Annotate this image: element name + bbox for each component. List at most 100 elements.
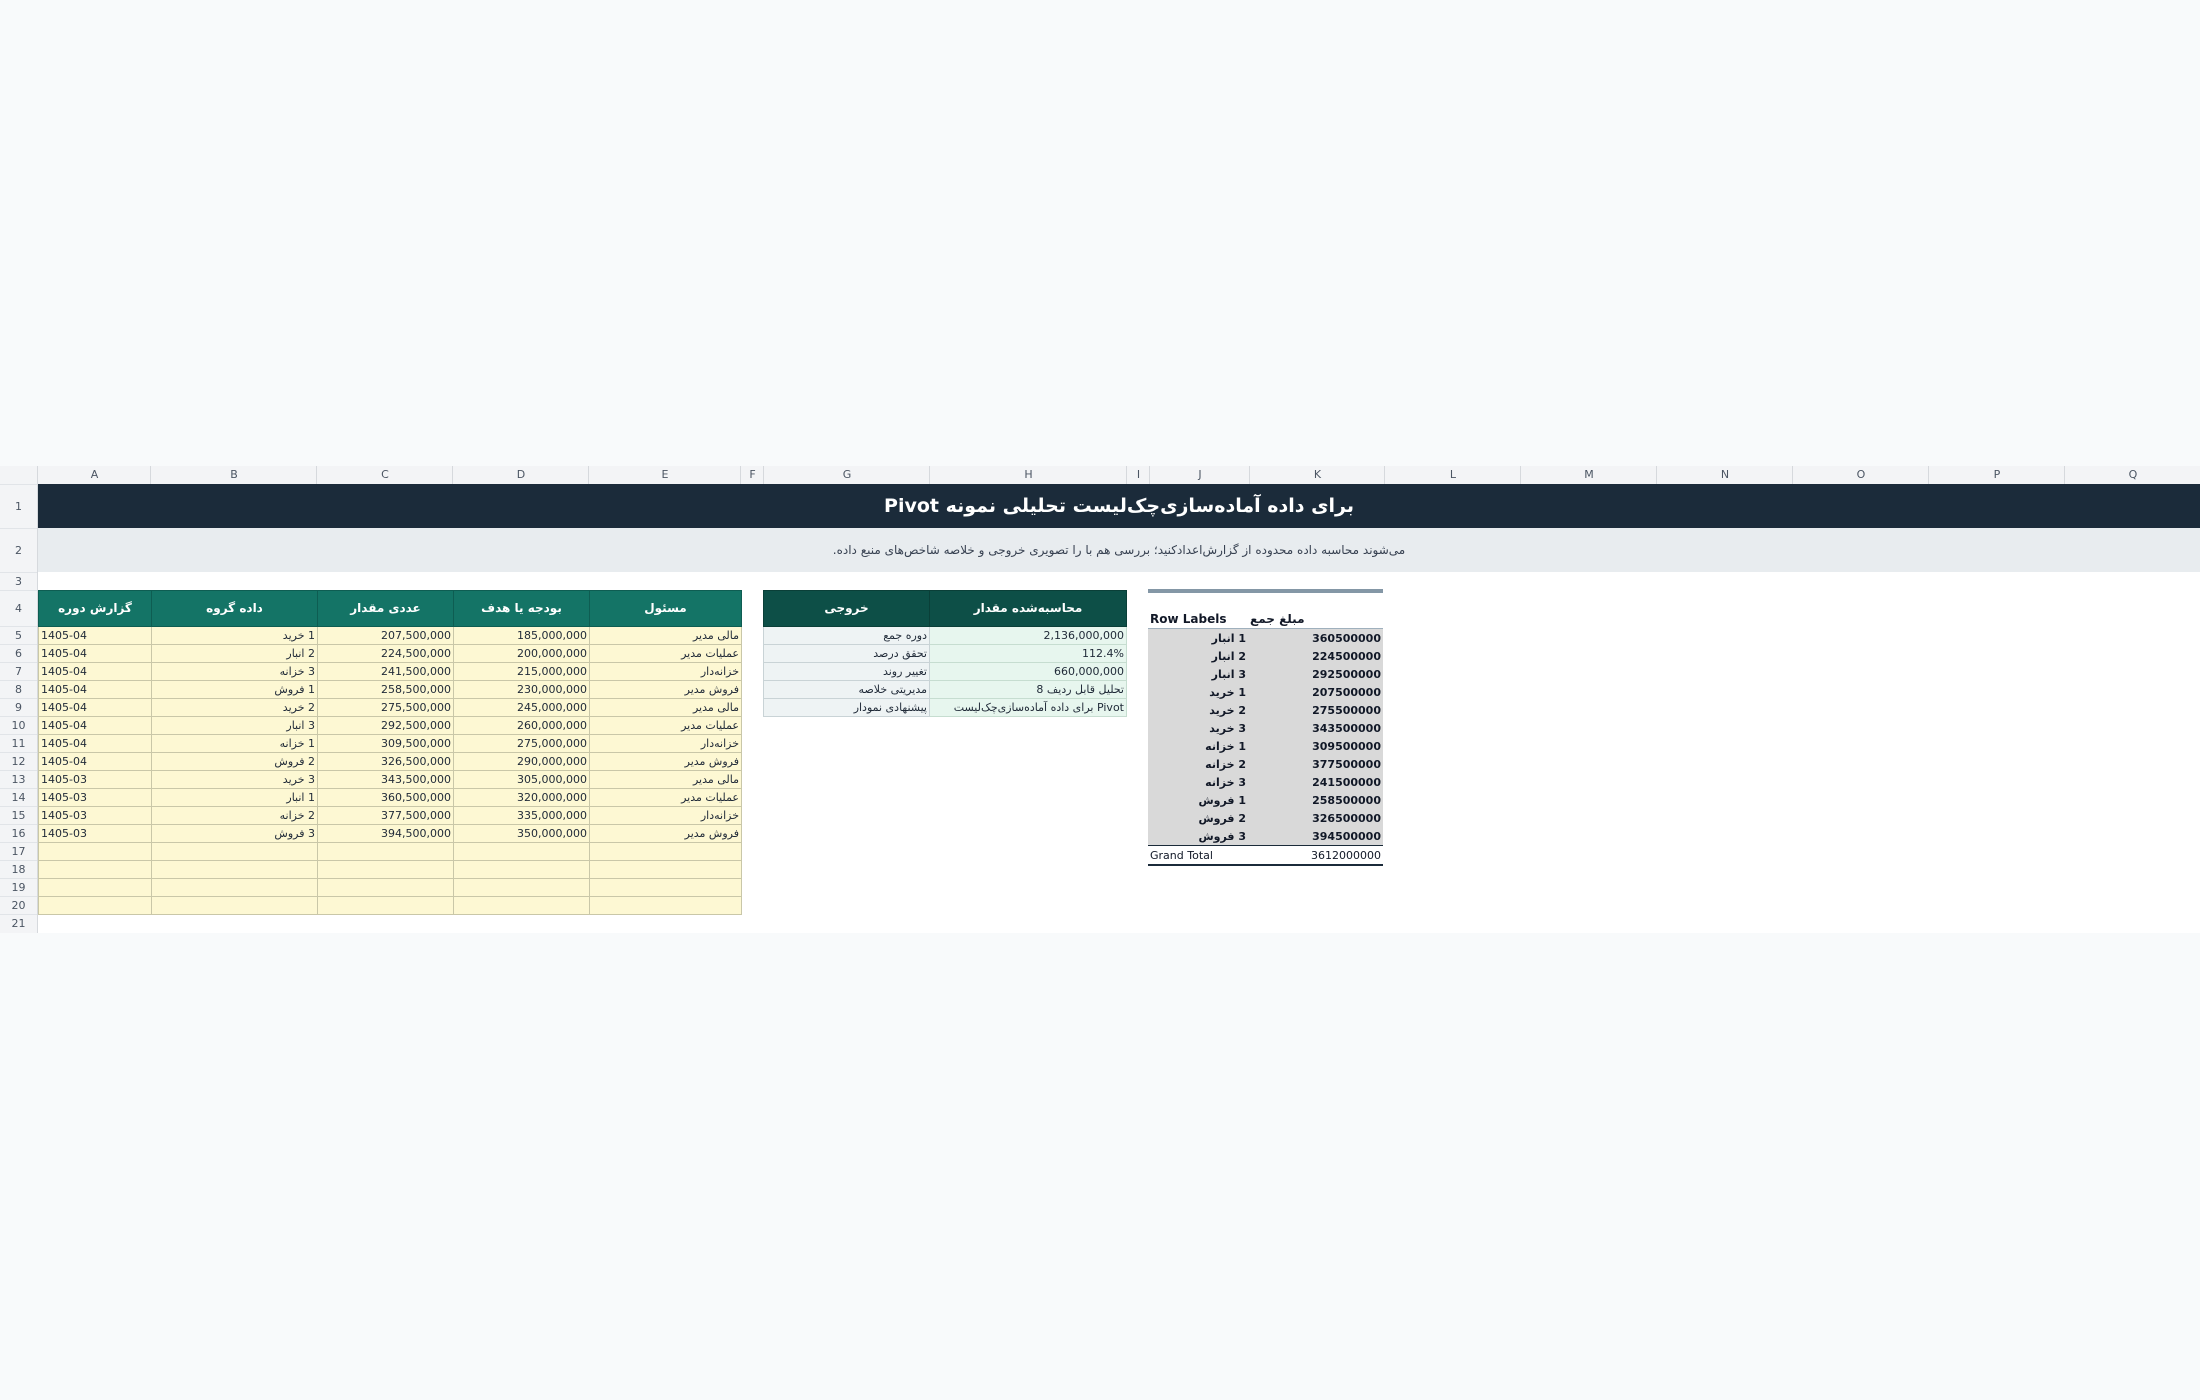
data-cell[interactable]: خزانه‌دار xyxy=(589,806,742,825)
data-cell[interactable] xyxy=(589,878,742,897)
row-header-21[interactable]: 21 xyxy=(0,914,37,933)
data-cell[interactable]: فروش مدیر xyxy=(589,680,742,699)
pivot-row-label[interactable]: 1 فروش xyxy=(1148,791,1248,809)
data-column-header[interactable]: عددی مقدار xyxy=(317,590,454,627)
data-cell[interactable] xyxy=(453,878,590,897)
row-header-12[interactable]: 12 xyxy=(0,752,37,771)
data-cell[interactable]: 320,000,000 xyxy=(453,788,590,807)
data-cell[interactable]: 1405-04 xyxy=(38,698,152,717)
data-cell[interactable] xyxy=(589,860,742,879)
data-cell[interactable]: 3 خرید xyxy=(151,770,318,789)
calc-value-cell[interactable]: 660,000,000 xyxy=(929,662,1127,681)
data-cell[interactable]: 1405-04 xyxy=(38,680,152,699)
pivot-row-label[interactable]: 2 انبار xyxy=(1148,647,1248,665)
data-cell[interactable] xyxy=(589,896,742,915)
pivot-row-value[interactable]: 360500000 xyxy=(1248,628,1383,647)
data-cell[interactable]: 207,500,000 xyxy=(317,626,454,645)
data-cell[interactable] xyxy=(151,860,318,879)
pivot-row-value[interactable]: 241500000 xyxy=(1248,773,1383,791)
row-header-9[interactable]: 9 xyxy=(0,698,37,717)
row-header-10[interactable]: 10 xyxy=(0,716,37,735)
data-cell[interactable] xyxy=(151,878,318,897)
data-cell[interactable]: 350,000,000 xyxy=(453,824,590,843)
data-cell[interactable] xyxy=(453,860,590,879)
data-cell[interactable] xyxy=(38,878,152,897)
data-column-header[interactable]: داده گروه xyxy=(151,590,318,627)
data-cell[interactable]: 2 انبار xyxy=(151,644,318,663)
pivot-row-label[interactable]: 1 خزانه xyxy=(1148,737,1248,755)
data-cell[interactable]: 1405-04 xyxy=(38,626,152,645)
data-cell[interactable]: 1 خرید xyxy=(151,626,318,645)
data-cell[interactable]: 1405-04 xyxy=(38,716,152,735)
data-cell[interactable] xyxy=(589,842,742,861)
data-cell[interactable]: 215,000,000 xyxy=(453,662,590,681)
data-cell[interactable]: 1 خزانه xyxy=(151,734,318,753)
pivot-row-value[interactable]: 275500000 xyxy=(1248,701,1383,719)
data-cell[interactable] xyxy=(38,860,152,879)
data-cell[interactable]: 185,000,000 xyxy=(453,626,590,645)
pivot-row-label[interactable]: 1 خرید xyxy=(1148,683,1248,701)
column-header-L[interactable]: L xyxy=(1384,466,1521,484)
data-cell[interactable]: مالی مدیر xyxy=(589,698,742,717)
data-cell[interactable]: 1405-03 xyxy=(38,770,152,789)
data-cell[interactable]: عملیات مدیر xyxy=(589,788,742,807)
data-cell[interactable]: 275,000,000 xyxy=(453,734,590,753)
pivot-row-label[interactable]: 3 انبار xyxy=(1148,665,1248,683)
data-cell[interactable]: 1405-03 xyxy=(38,788,152,807)
pivot-grand-total-label[interactable]: Grand Total xyxy=(1148,845,1248,866)
data-cell[interactable] xyxy=(151,896,318,915)
pivot-row-value[interactable]: 207500000 xyxy=(1248,683,1383,701)
data-cell[interactable]: 200,000,000 xyxy=(453,644,590,663)
data-cell[interactable]: فروش مدیر xyxy=(589,824,742,843)
column-header-F[interactable]: F xyxy=(740,466,764,484)
column-header-P[interactable]: P xyxy=(1928,466,2065,484)
calc-value-cell[interactable]: 2,136,000,000 xyxy=(929,626,1127,645)
row-header-17[interactable]: 17 xyxy=(0,842,37,861)
data-cell[interactable] xyxy=(317,896,454,915)
data-cell[interactable]: 2 فروش xyxy=(151,752,318,771)
data-cell[interactable]: فروش مدیر xyxy=(589,752,742,771)
calc-column-header[interactable]: محاسبه‌شده مقدار xyxy=(929,590,1127,627)
data-cell[interactable]: 1405-03 xyxy=(38,824,152,843)
data-cell[interactable]: 305,000,000 xyxy=(453,770,590,789)
pivot-row-label[interactable]: 2 خرید xyxy=(1148,701,1248,719)
data-cell[interactable]: 2 خرید xyxy=(151,698,318,717)
row-header-18[interactable]: 18 xyxy=(0,860,37,879)
data-cell[interactable]: 245,000,000 xyxy=(453,698,590,717)
data-cell[interactable]: 1405-04 xyxy=(38,644,152,663)
data-cell[interactable] xyxy=(453,842,590,861)
data-cell[interactable]: 3 انبار xyxy=(151,716,318,735)
sheet-title[interactable]: Pivot برای داده آماده‌سازی‌چک‌لیست تحلیل… xyxy=(38,484,2200,528)
row-header-11[interactable]: 11 xyxy=(0,734,37,753)
data-cell[interactable] xyxy=(38,842,152,861)
data-cell[interactable]: 258,500,000 xyxy=(317,680,454,699)
data-cell[interactable]: 394,500,000 xyxy=(317,824,454,843)
column-header-C[interactable]: C xyxy=(316,466,453,484)
pivot-row-label[interactable]: 2 خزانه xyxy=(1148,755,1248,773)
data-cell[interactable] xyxy=(38,896,152,915)
data-cell[interactable]: 1 انبار xyxy=(151,788,318,807)
data-cell[interactable]: 1405-03 xyxy=(38,806,152,825)
pivot-row-value[interactable]: 309500000 xyxy=(1248,737,1383,755)
data-cell[interactable]: 290,000,000 xyxy=(453,752,590,771)
column-header-Q[interactable]: Q xyxy=(2064,466,2200,484)
data-cell[interactable] xyxy=(453,896,590,915)
column-header-H[interactable]: H xyxy=(929,466,1127,484)
data-cell[interactable]: عملیات مدیر xyxy=(589,716,742,735)
pivot-row-label[interactable]: 3 خرید xyxy=(1148,719,1248,737)
data-column-header[interactable]: مسئول xyxy=(589,590,742,627)
data-cell[interactable]: عملیات مدیر xyxy=(589,644,742,663)
pivot-row-value[interactable]: 258500000 xyxy=(1248,791,1383,809)
data-cell[interactable] xyxy=(317,860,454,879)
pivot-row-label[interactable]: 1 انبار xyxy=(1148,628,1248,647)
pivot-row-value[interactable]: 343500000 xyxy=(1248,719,1383,737)
column-header-M[interactable]: M xyxy=(1520,466,1657,484)
row-header-5[interactable]: 5 xyxy=(0,626,37,645)
row-header-4[interactable]: 4 xyxy=(0,590,37,627)
column-header-N[interactable]: N xyxy=(1656,466,1793,484)
data-cell[interactable]: 360,500,000 xyxy=(317,788,454,807)
pivot-row-value[interactable]: 377500000 xyxy=(1248,755,1383,773)
column-header-D[interactable]: D xyxy=(452,466,589,484)
pivot-row-labels-header[interactable]: Row Labels xyxy=(1148,610,1248,629)
sheet-subtitle[interactable]: .می‌شوند محاسبه داده محدوده از گزارش‌اعد… xyxy=(38,528,2200,572)
